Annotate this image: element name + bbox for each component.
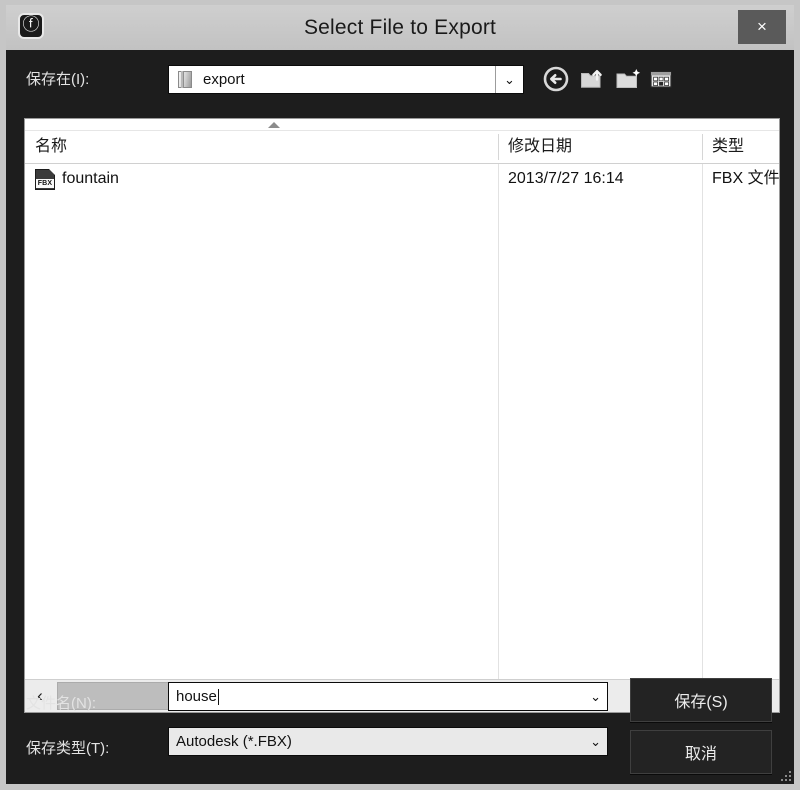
sort-indicator-strip	[25, 119, 779, 131]
column-header-type[interactable]: 类型	[702, 131, 779, 163]
file-type-select[interactable]: Autodesk (*.FBX) ⌄	[168, 727, 608, 756]
up-one-level-button[interactable]	[578, 65, 606, 93]
file-type-value: Autodesk (*.FBX)	[176, 733, 292, 750]
chevron-down-icon[interactable]: ⌄	[495, 66, 523, 93]
row-divider-2	[702, 164, 703, 681]
file-list-panel: 名称 修改日期 类型 FBX fountain 2013/7/27 16:14 …	[24, 118, 780, 713]
fbx-icon-label: FBX	[36, 178, 54, 188]
file-name-text: fountain	[62, 170, 119, 187]
file-type-cell: FBX 文件	[712, 170, 780, 187]
page-title: Select File to Export	[303, 16, 497, 39]
back-button[interactable]	[542, 65, 570, 93]
dialog-inner: ⓕ Select File to Export × 保存在(I): export…	[6, 5, 794, 784]
cancel-button[interactable]: 取消	[630, 730, 772, 774]
file-name-cell[interactable]: FBX fountain	[25, 164, 480, 194]
file-type-chevron-down-icon[interactable]: ⌄	[590, 728, 601, 755]
resize-grip[interactable]	[778, 768, 791, 781]
fbx-file-icon: FBX	[35, 168, 56, 190]
new-folder-button[interactable]	[614, 65, 642, 93]
view-mode-button[interactable]	[647, 65, 675, 93]
title-bar[interactable]: ⓕ Select File to Export ×	[6, 5, 794, 50]
sort-ascending-icon	[268, 122, 280, 128]
file-list-header: 名称 修改日期 类型	[25, 131, 779, 164]
file-name-chevron-down-icon[interactable]: ⌄	[590, 683, 601, 710]
close-icon[interactable]: ×	[738, 10, 786, 44]
file-type-label: 保存类型(T):	[26, 740, 110, 757]
text-cursor	[217, 688, 219, 705]
file-date-cell: 2013/7/27 16:14	[508, 170, 624, 187]
look-in-combobox[interactable]: export ⌄	[168, 65, 524, 94]
column-header-name[interactable]: 名称	[25, 131, 498, 163]
look-in-label: 保存在(I):	[26, 71, 90, 88]
look-in-value: export	[203, 71, 245, 88]
look-in-row: 保存在(I): export ⌄	[6, 50, 794, 108]
folder-icon	[178, 70, 195, 89]
file-name-label: 文件名(N):	[26, 695, 96, 712]
row-divider-1	[498, 164, 499, 681]
file-name-input[interactable]: house ⌄	[168, 682, 608, 711]
table-row[interactable]: FBX fountain 2013/7/27 16:14 FBX 文件	[25, 164, 779, 194]
file-list-rows: FBX fountain 2013/7/27 16:14 FBX 文件	[25, 164, 779, 681]
dialog-body: 保存在(I): export ⌄ 名称 修改日期 类型 FBX fountain…	[6, 50, 794, 784]
select-file-to-export-dialog: ⓕ Select File to Export × 保存在(I): export…	[0, 0, 800, 790]
save-button[interactable]: 保存(S)	[630, 678, 772, 722]
file-name-value: house	[176, 688, 217, 705]
column-header-date-modified[interactable]: 修改日期	[498, 131, 702, 163]
